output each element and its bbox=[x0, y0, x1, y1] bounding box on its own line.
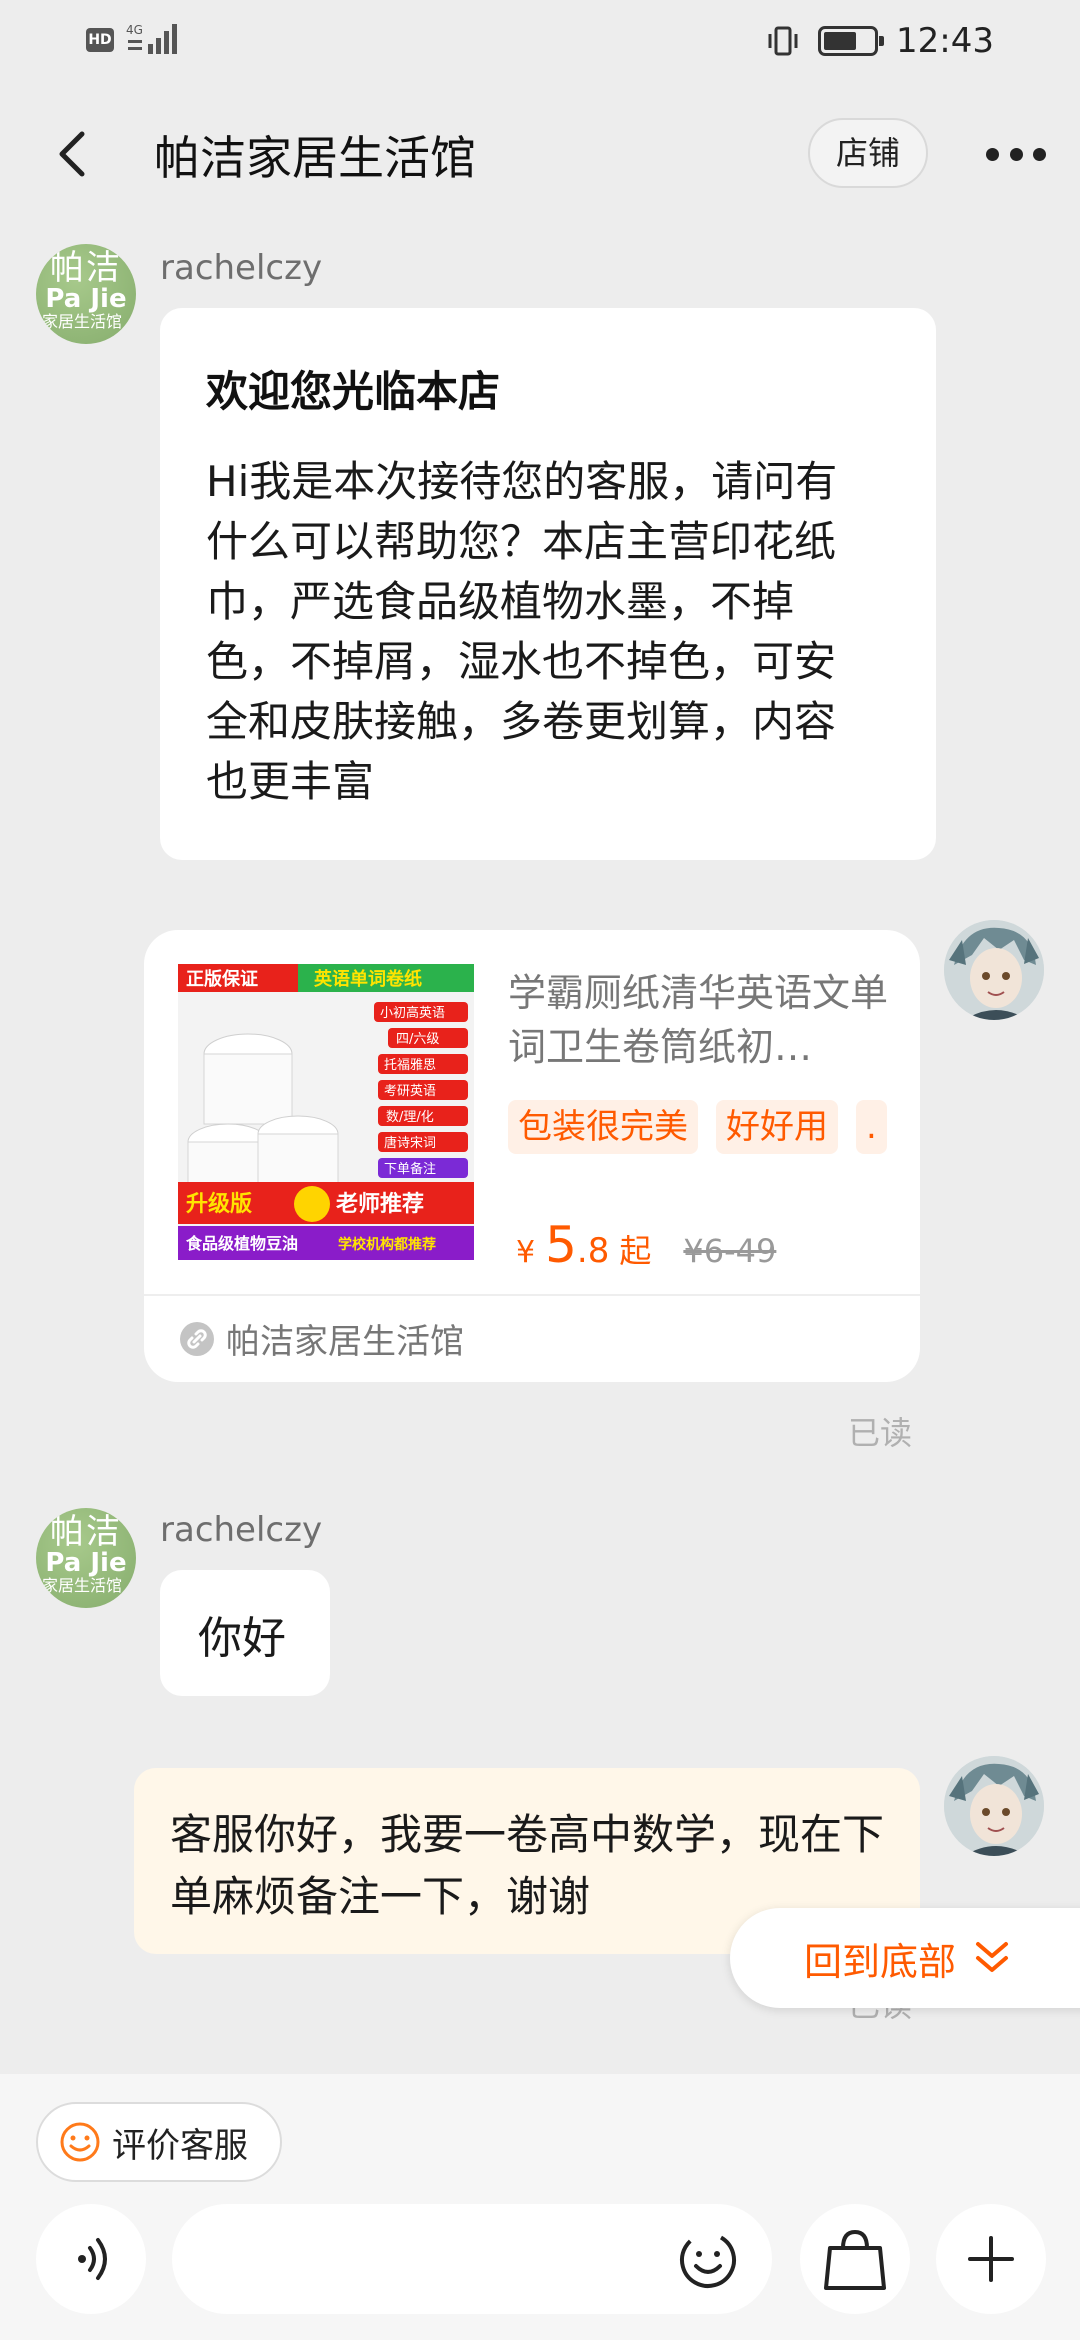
rate-service-button[interactable]: 评价客服 bbox=[36, 2102, 282, 2182]
signal-icon: 4G bbox=[126, 23, 177, 54]
voice-button[interactable] bbox=[36, 2204, 146, 2314]
hd-indicator: HD bbox=[86, 28, 114, 52]
welcome-title: 欢迎您光临本店 bbox=[206, 367, 501, 416]
message-input[interactable] bbox=[172, 2204, 772, 2314]
double-chevron-down-icon bbox=[976, 1942, 1009, 1972]
product-image[interactable]: 正版保证 英语单词卷纸 小初高英语 四/六级 托福雅思 考研英语 数/理/化 唐… bbox=[178, 964, 474, 1260]
read-status: 已读 bbox=[848, 1414, 913, 1452]
user-avatar-image bbox=[944, 920, 1044, 1020]
shop-button[interactable]: 店铺 bbox=[808, 118, 928, 188]
product-tag: 包装很完美 bbox=[508, 1100, 698, 1154]
divider bbox=[144, 1294, 920, 1296]
svg-text:食品级植物豆油: 食品级植物豆油 bbox=[185, 1234, 298, 1253]
greeting-bubble: 你好 bbox=[160, 1570, 330, 1696]
sender-name: rachelczy bbox=[160, 248, 323, 288]
svg-text:托福雅思: 托福雅思 bbox=[384, 1058, 436, 1073]
bottom-panel: 评价客服 bbox=[0, 2074, 1080, 2340]
sender-name: rachelczy bbox=[160, 1510, 323, 1550]
product-tag: 好好用 bbox=[716, 1100, 838, 1154]
svg-text:考研英语: 考研英语 bbox=[384, 1084, 436, 1099]
original-price: ¥6-49 bbox=[683, 1232, 777, 1270]
product-tags: 包装很完美 好好用 . bbox=[508, 1100, 908, 1156]
product-card[interactable]: 正版保证 英语单词卷纸 小初高英语 四/六级 托福雅思 考研英语 数/理/化 唐… bbox=[144, 930, 920, 1382]
shop-avatar[interactable]: 帕洁 Pa Jie 家居生活馆 bbox=[36, 244, 136, 344]
emoji-icon[interactable] bbox=[678, 2230, 738, 2290]
smile-icon bbox=[60, 2122, 100, 2162]
back-to-bottom-button[interactable]: 回到底部 bbox=[730, 1908, 1080, 2008]
product-tag: . bbox=[856, 1100, 887, 1154]
svg-text:升级版: 升级版 bbox=[186, 1191, 252, 1217]
product-title[interactable]: 学霸厕纸清华英语文单词卫生卷筒纸初… bbox=[508, 966, 896, 1074]
user-avatar[interactable] bbox=[944, 1756, 1044, 1856]
status-bar: HD 4G 12:43 bbox=[0, 0, 1080, 84]
more-options-icon[interactable] bbox=[986, 140, 1046, 168]
more-actions-button[interactable] bbox=[936, 2204, 1046, 2314]
product-price: ¥ 5 .8 起 ¥6-49 bbox=[516, 1216, 777, 1274]
welcome-text: Hi我是本次接待您的客服，请问有什么可以帮助您？本店主营印花纸巾，严选食品级植物… bbox=[206, 457, 838, 806]
svg-text:小初高英语: 小初高英语 bbox=[380, 1005, 445, 1021]
chat-title: 帕洁家居生活馆 bbox=[154, 131, 476, 185]
back-arrow-icon[interactable] bbox=[46, 126, 102, 182]
shopping-bag-icon bbox=[824, 2229, 886, 2290]
nav-bar: 帕洁家居生活馆 店铺 bbox=[0, 100, 1080, 210]
card-shop-link[interactable]: 帕洁家居生活馆 bbox=[180, 1314, 464, 1363]
svg-text:正版保证: 正版保证 bbox=[186, 968, 258, 990]
plus-icon bbox=[968, 2236, 1014, 2282]
svg-text:英语单词卷纸: 英语单词卷纸 bbox=[313, 968, 422, 990]
clock: 12:43 bbox=[896, 21, 994, 61]
svg-text:数/理/化: 数/理/化 bbox=[386, 1110, 434, 1125]
svg-text:4G: 4G bbox=[126, 23, 143, 37]
svg-text:老师推荐: 老师推荐 bbox=[335, 1191, 424, 1217]
voice-icon bbox=[78, 2238, 107, 2280]
svg-text:唐诗宋词: 唐诗宋词 bbox=[384, 1135, 436, 1151]
battery-icon bbox=[818, 26, 885, 56]
svg-text:学校机构都推荐: 学校机构都推荐 bbox=[338, 1236, 436, 1253]
user-avatar[interactable] bbox=[944, 920, 1044, 1020]
product-bag-button[interactable] bbox=[800, 2204, 910, 2314]
user-avatar-image bbox=[944, 1756, 1044, 1856]
vibrate-icon bbox=[768, 26, 798, 56]
svg-text:四/六级: 四/六级 bbox=[396, 1032, 439, 1047]
link-icon bbox=[180, 1321, 214, 1356]
welcome-bubble: 欢迎您光临本店 Hi我是本次接待您的客服，请问有什么可以帮助您？本店主营印花纸巾… bbox=[160, 308, 936, 860]
shop-avatar[interactable]: 帕洁 Pa Jie 家居生活馆 bbox=[36, 1508, 136, 1608]
greeting-text: 你好 bbox=[198, 1613, 286, 1664]
svg-text:下单备注: 下单备注 bbox=[384, 1161, 436, 1177]
